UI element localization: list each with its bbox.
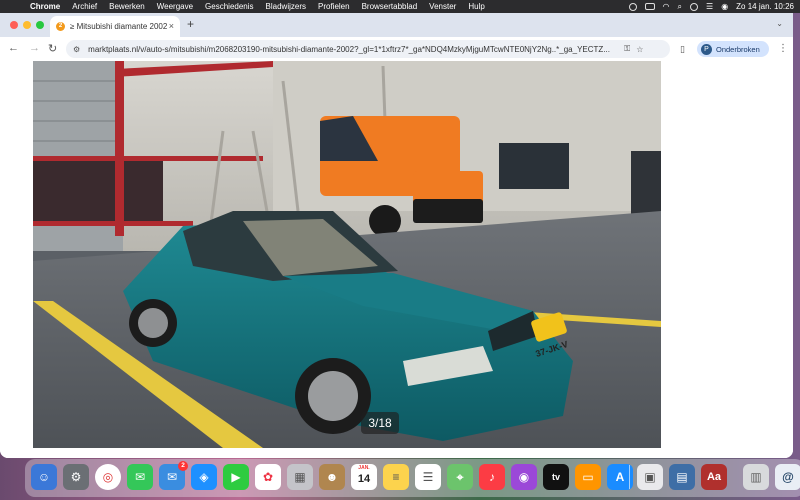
photos-icon[interactable]: ✿ (255, 464, 281, 490)
menu-clock[interactable]: Zo 14 jan. 10:26 (736, 2, 794, 11)
back-button[interactable]: ← (8, 42, 19, 54)
messages-icon[interactable]: ✉ (127, 464, 153, 490)
mail-badge: 2 (178, 461, 188, 471)
tab-search-chevron-icon[interactable]: ⌄ (776, 19, 783, 28)
status-area: ◠ ⌕ ☰ ◉ Zo 14 jan. 10:26 (628, 0, 794, 13)
time-machine-icon[interactable] (690, 2, 699, 11)
menu-item-venster[interactable]: Venster (429, 2, 456, 11)
profile-status-label: Onderbroken (716, 44, 760, 54)
wifi-icon[interactable]: ◠ (663, 2, 670, 11)
bookmark-star-icon[interactable]: ☆ (636, 45, 643, 54)
facetime-icon[interactable]: ▶ (223, 464, 249, 490)
profile-button[interactable]: P Onderbroken (697, 41, 769, 57)
launchpad-icon[interactable]: ▦ (287, 464, 313, 490)
menu-item-geschiedenis[interactable]: Geschiedenis (205, 2, 253, 11)
screenshot-icon[interactable]: ▤ (669, 464, 695, 490)
safari-icon[interactable]: ◈ (191, 464, 217, 490)
system-settings-icon[interactable]: ⚙ (63, 464, 89, 490)
control-center-icon[interactable]: ☰ (706, 2, 713, 11)
listing-photo[interactable]: 37-JK-V 3/18 (33, 61, 661, 448)
preview-icon[interactable]: ▣ (637, 464, 663, 490)
menu-item-hulp[interactable]: Hulp (468, 2, 484, 11)
menu-item-browsertabblad[interactable]: Browsertabblad (362, 2, 418, 11)
marktplaats-favicon-icon: 2 (56, 22, 65, 31)
music-icon[interactable]: ♪ (479, 464, 505, 490)
menu-item-bewerken[interactable]: Bewerken (109, 2, 145, 11)
reload-button[interactable]: ↻ (48, 42, 57, 55)
podcasts-icon[interactable]: ◉ (511, 464, 537, 490)
browser-window: 2 ≥ Mitsubishi diamante 2002 × + ⌄ ← → ↻… (0, 13, 793, 458)
address-bar[interactable]: ⚙ marktplaats.nl/v/auto-s/mitsubishi/m20… (66, 40, 670, 58)
dock: ☺ ⚙ ◎ ✉ ✉ 2 ◈ ▶ ✿ ▦ ☻ JAN. 14 ≡ ☰ ⌖ ♪ ◉ … (25, 459, 800, 497)
side-panel-icon[interactable]: ▯ (680, 44, 685, 55)
new-tab-button[interactable]: + (187, 17, 194, 31)
car-photo-illustration (33, 61, 661, 448)
reminders-icon[interactable]: ☰ (415, 464, 441, 490)
menu-item-archief[interactable]: Archief (72, 2, 97, 11)
dock-divider (629, 465, 630, 489)
page-content: 37-JK-V 3/18 (0, 61, 793, 458)
menu-item-weergave[interactable]: Weergave (157, 2, 193, 11)
trash-icon[interactable]: ▥ (743, 464, 769, 490)
avatar: P (701, 43, 712, 55)
menu-item-bladwijzers[interactable]: Bladwijzers (266, 2, 306, 11)
chrome-icon[interactable]: ◎ (95, 464, 121, 490)
browser-toolbar: ← → ↻ ⚙ marktplaats.nl/v/auto-s/mitsubis… (0, 37, 793, 61)
siri-icon[interactable]: ◉ (721, 2, 728, 11)
url-text[interactable]: marktplaats.nl/v/auto-s/mitsubishi/m2068… (88, 45, 618, 54)
battery-icon[interactable] (644, 3, 655, 10)
calendar-day: 14 (357, 473, 371, 485)
dictionary-icon[interactable]: Aa (701, 464, 727, 490)
books-icon[interactable]: ▭ (575, 464, 601, 490)
close-tab-icon[interactable]: × (169, 21, 174, 31)
calendar-month: JAN. (358, 465, 370, 471)
password-key-icon[interactable]: ⚿ (624, 44, 630, 54)
contacts-icon[interactable]: ☻ (319, 464, 345, 490)
tv-icon[interactable]: tv (543, 464, 569, 490)
tab-marktplaats[interactable]: 2 ≥ Mitsubishi diamante 2002 × (50, 16, 180, 37)
maps-icon[interactable]: ⌖ (447, 464, 473, 490)
notes-icon[interactable]: ≡ (383, 464, 409, 490)
menu-item-profielen[interactable]: Profielen (318, 2, 350, 11)
focus-icon[interactable] (628, 2, 637, 11)
mail-icon[interactable]: ✉ 2 (159, 461, 188, 490)
site-info-icon[interactable]: ⚙ (73, 45, 80, 54)
photo-counter: 3/18 (361, 412, 399, 434)
fullscreen-window-button[interactable] (36, 21, 44, 29)
close-window-button[interactable] (10, 21, 18, 29)
menu-app-name[interactable]: Chrome (30, 2, 60, 11)
forward-button[interactable]: → (29, 42, 40, 54)
more-menu-icon[interactable]: ⋮ (778, 43, 788, 54)
finder-icon[interactable]: ☺ (31, 464, 57, 490)
mail-at-icon[interactable]: @ (775, 464, 800, 490)
search-icon[interactable]: ⌕ (678, 2, 682, 12)
tab-strip: 2 ≥ Mitsubishi diamante 2002 × + ⌄ (0, 13, 793, 37)
calendar-icon[interactable]: JAN. 14 (351, 464, 377, 490)
menu-bar: Chrome Archief Bewerken Weergave Geschie… (0, 0, 800, 13)
tab-title: ≥ Mitsubishi diamante 2002 (70, 22, 168, 31)
minimize-window-button[interactable] (23, 21, 31, 29)
